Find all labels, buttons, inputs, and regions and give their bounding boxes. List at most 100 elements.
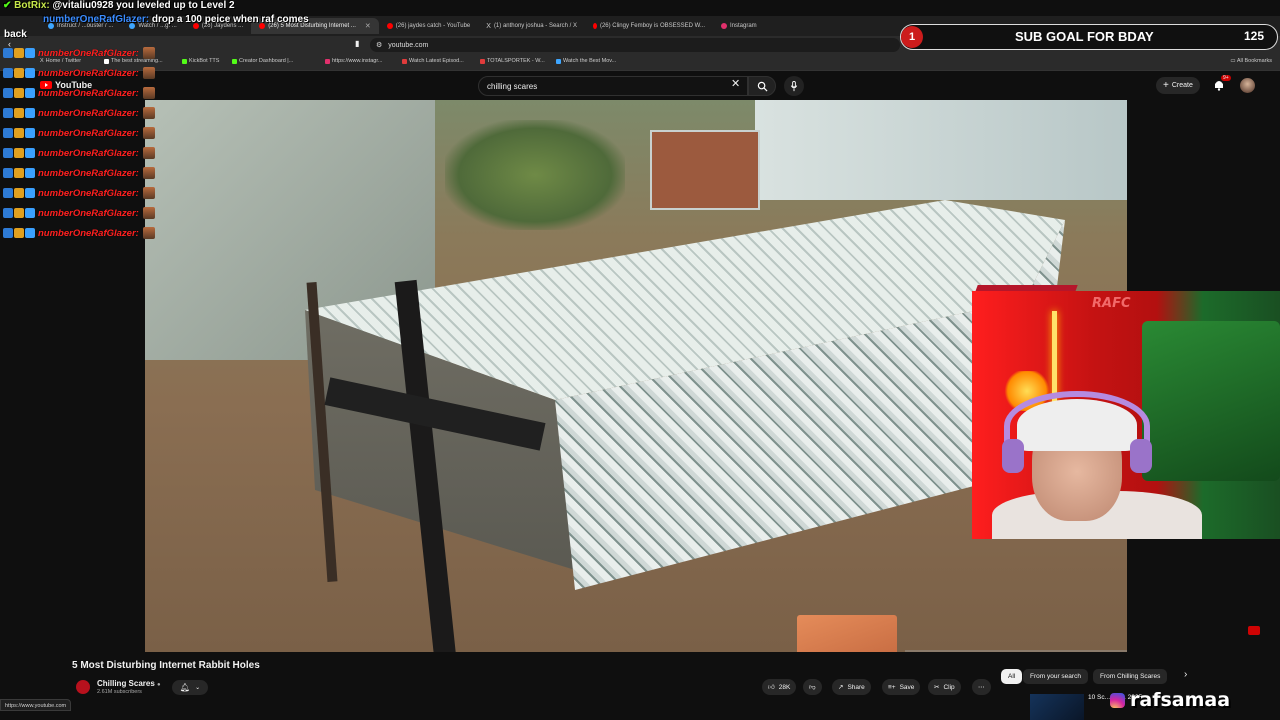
video-title: 5 Most Disturbing Internet Rabbit Holes (72, 660, 260, 671)
diamond-badge-icon (25, 208, 35, 218)
channel-watermark-icon[interactable] (1248, 626, 1260, 635)
bookmark-favicon-icon (232, 58, 237, 64)
chevron-right-icon[interactable]: › (1184, 669, 1187, 680)
webcam-logo: RAFC (1092, 296, 1131, 311)
chat-username: numberOneRafGlazer: (38, 207, 139, 219)
browser-tab[interactable]: X (1) anthony joshua - Search / X (478, 18, 585, 34)
verified-icon: ● (157, 682, 161, 688)
gifter-badge-icon (14, 148, 24, 158)
emote-icon (142, 187, 155, 199)
subscriber-badge-icon (3, 48, 13, 58)
chevron-down-icon: ⌄ (195, 685, 201, 691)
channel-avatar[interactable] (76, 680, 90, 694)
chat-row: numberOneRafGlazer: (3, 86, 155, 100)
voice-search-button[interactable] (784, 76, 804, 96)
bookmark-item[interactable]: Watch the Best Mov... (556, 58, 616, 64)
gifter-badge-icon (14, 188, 24, 198)
clip-button[interactable]: ✂ Clip (928, 679, 961, 695)
streamer-webcam: RAFC (972, 291, 1280, 539)
headphones-icon (1004, 391, 1150, 461)
site-settings-icon: ⚙ (376, 42, 383, 49)
subscriber-badge-icon (3, 108, 13, 118)
diamond-badge-icon (25, 148, 35, 158)
bookmark-favicon-icon (556, 58, 561, 64)
chat-username: numberOneRafGlazer: (38, 147, 139, 159)
chat-row: numberOneRafGlazer: (3, 66, 155, 80)
chat-username: numberOneRafGlazer: (38, 167, 139, 179)
address-bar[interactable]: ⚙ youtube.com (370, 38, 900, 52)
subscriber-badge-icon (3, 68, 13, 78)
thumbs-up-icon: 👍︎ (768, 684, 775, 691)
browser-tab[interactable]: (26) Clingy Femboy is OBSESSED W... (585, 18, 713, 34)
chip-from-channel[interactable]: From Chilling Scares (1093, 669, 1168, 684)
sub-goal-current: 1 (901, 26, 923, 48)
bookmark-item[interactable]: KickBot TTS (182, 58, 219, 64)
streamer-watermark: rafsamaa (1130, 689, 1231, 711)
subscriber-badge-icon (3, 208, 13, 218)
gifter-badge-icon (14, 48, 24, 58)
emote-icon (142, 47, 155, 59)
bookmarks-bar: X Home / Twitter The best streaming... Ki… (0, 54, 1280, 71)
dislike-button[interactable]: 👎︎ (803, 679, 822, 695)
channel-name[interactable]: Chilling Scares ● (97, 679, 161, 688)
search-input[interactable]: chilling scares (478, 76, 748, 96)
chat-username: numberOneRafGlazer: (38, 87, 139, 99)
chat-message: ✔ BotRix: @vitaliu0928 you leveled up to… (3, 0, 235, 11)
chip-from-your-search[interactable]: From your search (1023, 669, 1088, 684)
emote-icon (142, 227, 155, 239)
tab-favicon-icon (386, 23, 393, 29)
channel-subscriber-count: 2.61M subscribers (97, 689, 142, 695)
video-scene-brick (650, 130, 760, 210)
save-button[interactable]: ≡+ Save (882, 679, 921, 695)
chip-all[interactable]: All (1001, 669, 1023, 684)
bookmark-item[interactable]: https://www.instagr... (325, 58, 382, 64)
diamond-badge-icon (25, 108, 35, 118)
gifter-badge-icon (14, 108, 24, 118)
diamond-badge-icon (25, 48, 35, 58)
close-tab-icon[interactable]: ✕ (365, 22, 371, 30)
more-actions-button[interactable]: ⋯ (972, 679, 991, 695)
share-button[interactable]: ↗ Share (832, 679, 871, 695)
browser-tab[interactable]: Instagram (713, 18, 765, 34)
gifter-badge-icon (14, 68, 24, 78)
like-button[interactable]: 👍︎ 28K (762, 679, 797, 695)
headphone-earcup (1130, 439, 1152, 473)
x-logo-icon: X (486, 22, 491, 30)
subscriber-badge-icon (3, 148, 13, 158)
diamond-badge-icon (25, 188, 35, 198)
clear-search-icon[interactable]: ✕ (731, 77, 740, 90)
subscription-bell-button[interactable]: 🔔︎ ⌄ (172, 680, 208, 695)
bookmark-item[interactable]: Creator Dashboard |... (232, 58, 293, 64)
all-bookmarks-button[interactable]: ▭ All Bookmarks (1230, 58, 1272, 64)
thumbs-down-icon: 👎︎ (809, 684, 816, 691)
subscriber-badge-icon (3, 88, 13, 98)
headphone-earcup (1002, 439, 1024, 473)
save-playlist-icon: ≡+ (888, 683, 896, 691)
create-button[interactable]: + Create (1156, 77, 1200, 94)
notification-count-badge: 9+ (1221, 75, 1231, 81)
webcam-flag (1142, 321, 1280, 481)
chat-username: numberOneRafGlazer: (38, 227, 139, 239)
sub-goal-label: SUB GOAL FOR BDAY (1015, 29, 1154, 44)
video-scene-rubble (905, 650, 1127, 652)
recommended-thumbnail[interactable] (1030, 694, 1084, 720)
gifter-badge-icon (14, 128, 24, 138)
bookmark-icon[interactable]: ▮ (355, 39, 359, 48)
more-horizontal-icon: ⋯ (978, 684, 985, 691)
chat-row: numberOneRafGlazer: (3, 46, 155, 60)
instagram-icon (720, 23, 727, 29)
diamond-badge-icon (25, 128, 35, 138)
address-text: youtube.com (388, 41, 429, 49)
bookmark-favicon-icon (480, 58, 485, 64)
emote-icon (142, 67, 155, 79)
account-avatar[interactable] (1240, 78, 1255, 93)
bookmark-item[interactable]: TOTALSPORTEK - W... (480, 58, 545, 64)
scissors-icon: ✂ (934, 684, 940, 691)
browser-tab[interactable]: (26) jaydes catch - YouTube (379, 18, 479, 34)
diamond-badge-icon (25, 68, 35, 78)
search-button[interactable] (748, 76, 776, 96)
gifter-badge-icon (14, 228, 24, 238)
bookmark-item[interactable]: Watch Latest Episod... (402, 58, 464, 64)
chat-row: numberOneRafGlazer: (3, 226, 155, 240)
microphone-icon (790, 80, 798, 91)
